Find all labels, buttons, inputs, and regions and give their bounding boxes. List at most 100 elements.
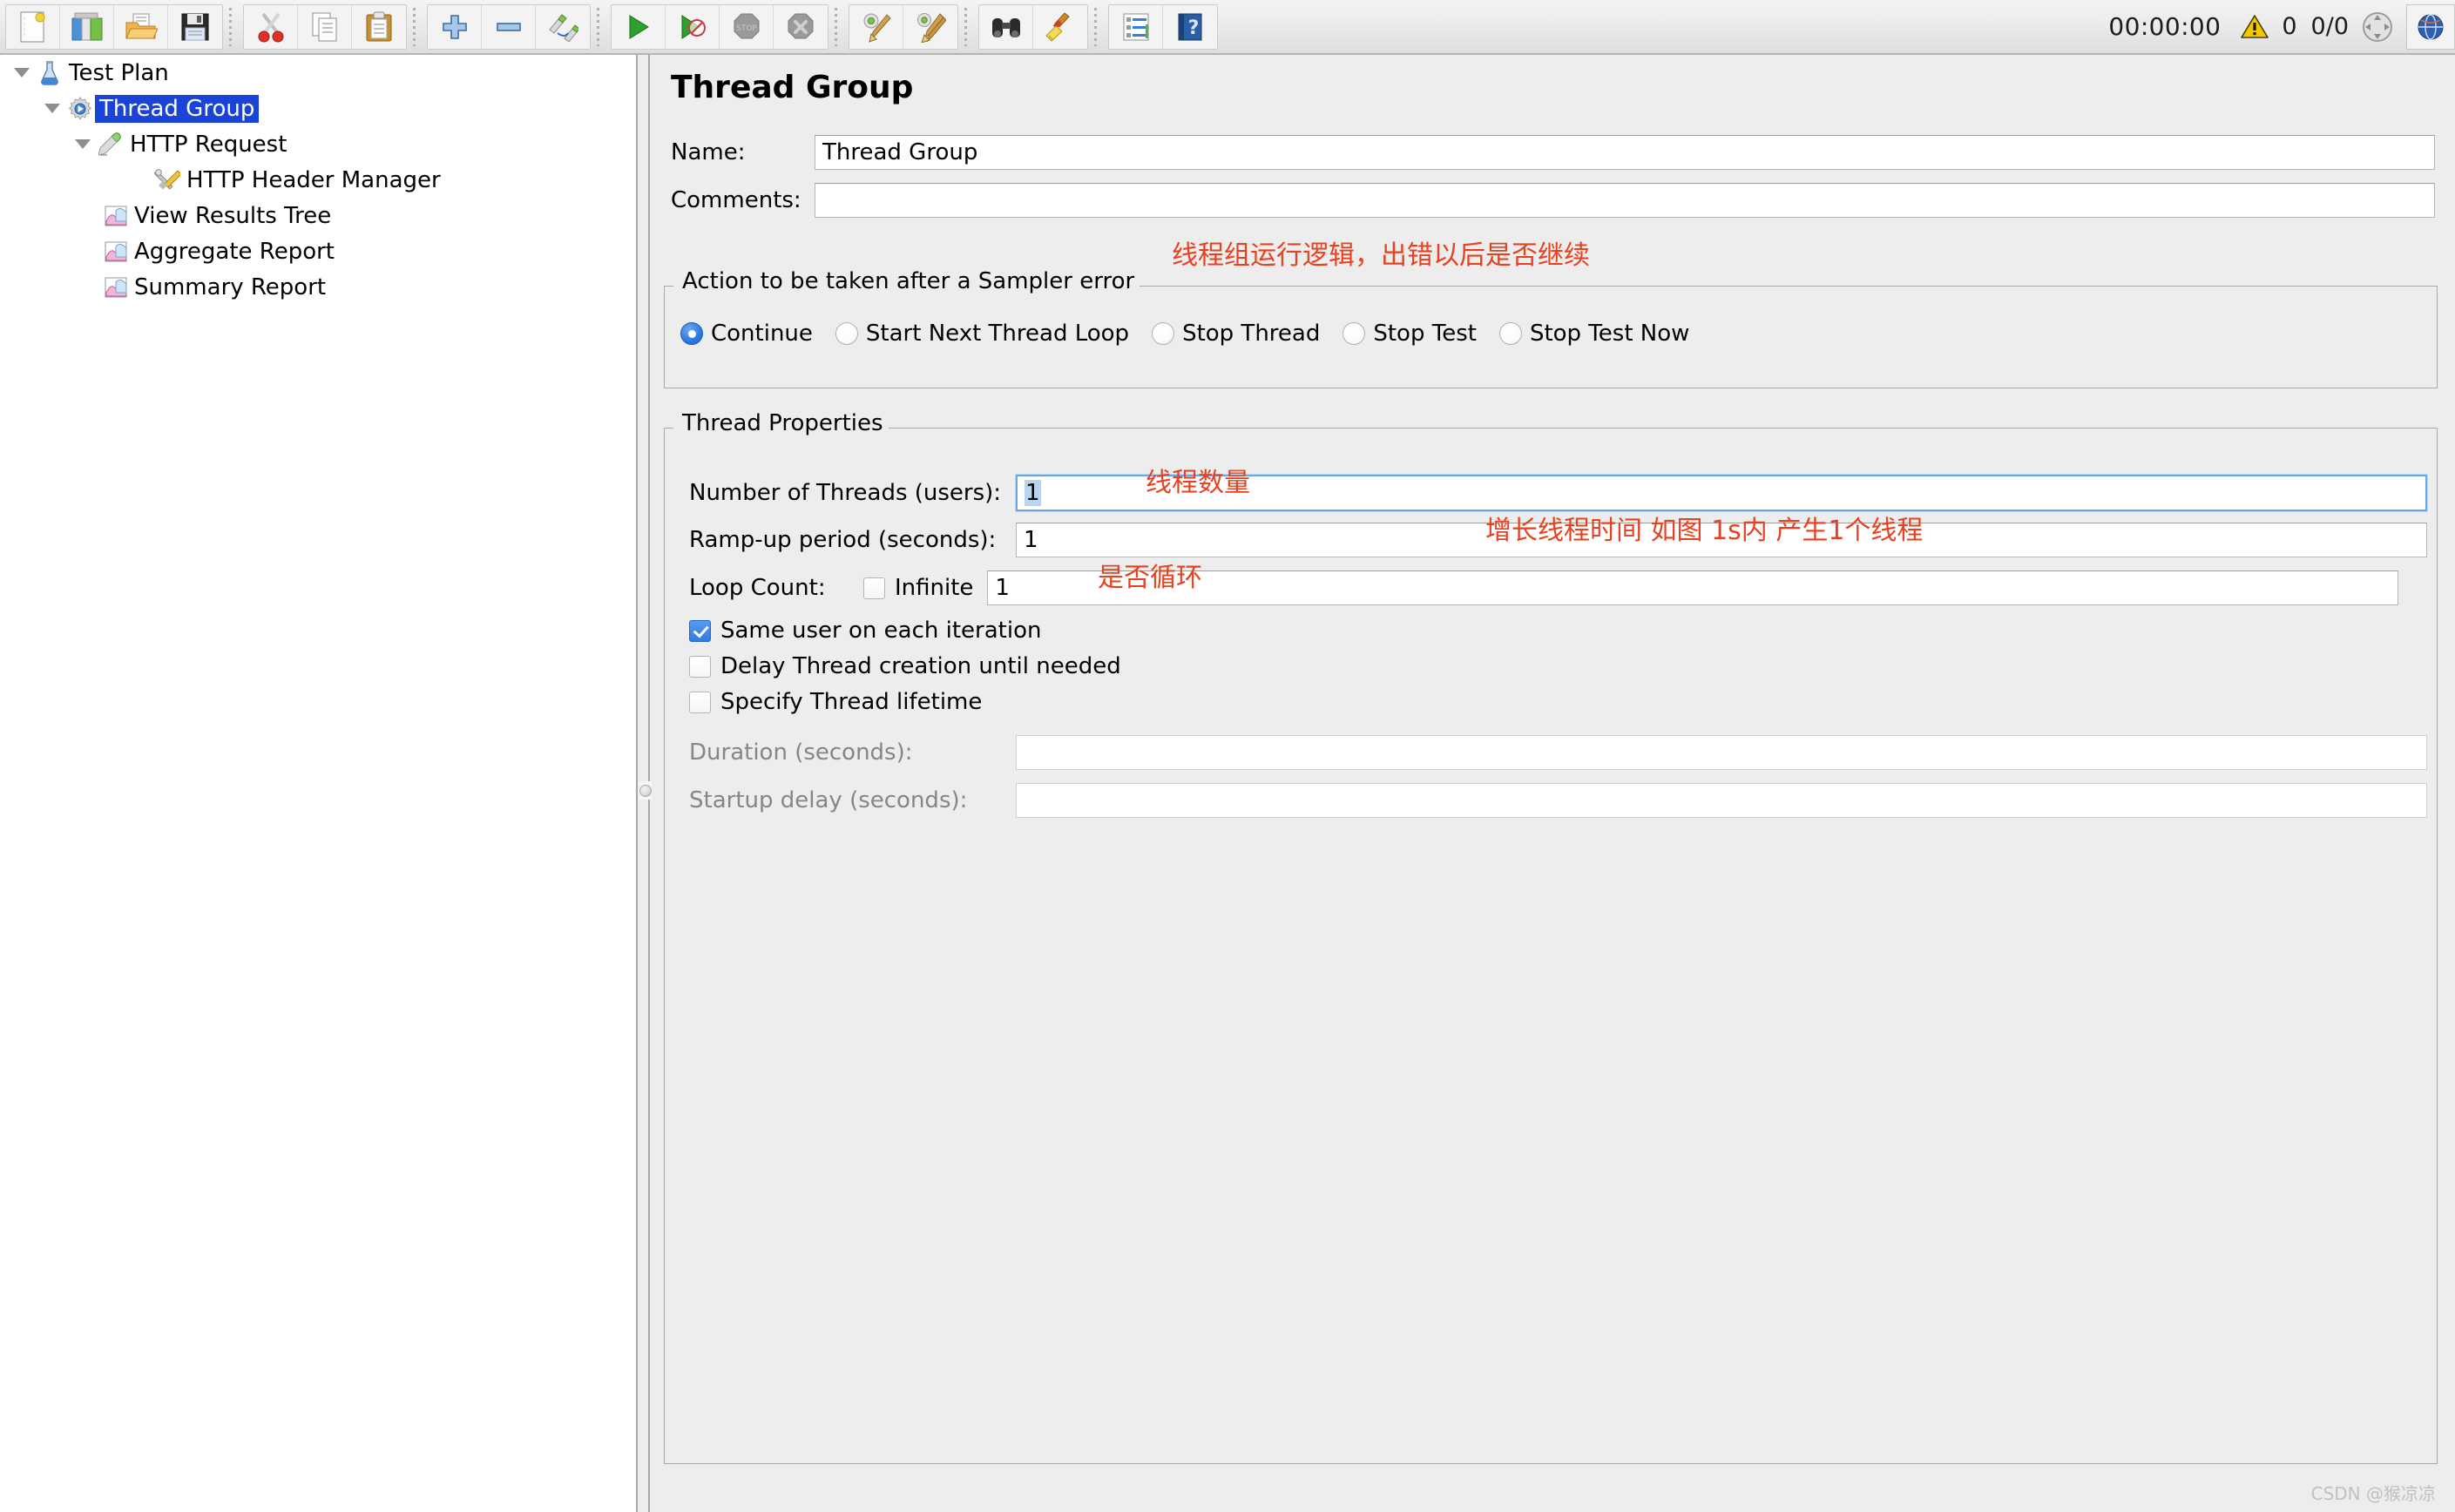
stop-button[interactable]: STOP <box>720 4 774 49</box>
clear-button[interactable] <box>849 4 903 49</box>
startup-delay-input[interactable] <box>1016 783 2427 818</box>
floppy-save-icon <box>181 13 209 40</box>
toolbar-status-area: 00:00:00 0 0/0 <box>2108 3 2455 50</box>
binoculars-icon <box>991 17 1020 37</box>
toolbar-separator <box>964 7 967 46</box>
duration-label: Duration (seconds): <box>689 739 913 766</box>
start-button[interactable] <box>612 4 666 49</box>
name-row: Name: Thread Group <box>671 135 2439 170</box>
tree-item-test-plan[interactable]: Test Plan <box>0 55 635 91</box>
four-arrows-icon[interactable] <box>2361 10 2394 44</box>
tree-item-label: HTTP Header Manager <box>186 166 441 193</box>
tree-item-label: View Results Tree <box>134 202 332 229</box>
copy-pages-icon <box>312 12 336 41</box>
zoom-out-button[interactable] <box>482 4 536 49</box>
annotation-rampup: 增长线程时间 如图 1s内 产生1个线程 <box>1485 516 1924 546</box>
splitter-collapse-handle[interactable] <box>639 781 652 800</box>
yellow-broom-icon <box>1045 11 1070 42</box>
globe-icon <box>2418 13 2444 40</box>
duration-row: Duration (seconds): <box>689 735 2431 770</box>
gear-broom-all-icon <box>917 12 946 43</box>
checkbox-same-user-on-each-iteration[interactable] <box>689 619 711 642</box>
results-chart-icon <box>100 240 130 264</box>
toolbar-separator <box>597 7 599 46</box>
checkbox-same-user-row[interactable]: Same user on each iteration <box>689 618 1041 644</box>
annotation-sampler-error: 线程组运行逻辑，出错以后是否继续 <box>1172 240 1590 271</box>
open-button[interactable] <box>114 4 168 49</box>
tree-item-label: Thread Group <box>95 94 260 123</box>
paste-button[interactable] <box>352 4 406 49</box>
new-document-icon <box>20 11 44 42</box>
radio-continue[interactable] <box>680 322 703 345</box>
watermark: CSDN @猴凉凉 <box>2310 1483 2436 1504</box>
radio-stop-test-now[interactable] <box>1498 322 1522 345</box>
comments-row: Comments: <box>671 183 2439 218</box>
zoom-in-button[interactable] <box>428 4 482 49</box>
expand-toggle-icon[interactable] <box>70 139 96 149</box>
checkbox-specify-lifetime-label: Specify Thread lifetime <box>720 689 983 715</box>
checkbox-delay-thread-row[interactable]: Delay Thread creation until needed <box>689 653 1121 679</box>
tree-item-summary-report[interactable]: Summary Report <box>0 269 635 305</box>
tree-item-label: HTTP Request <box>130 131 287 158</box>
splitter-dot-icon <box>639 784 652 797</box>
reset-search-button[interactable] <box>1033 4 1087 49</box>
new-button[interactable] <box>6 4 60 49</box>
header-manager-tools-icon <box>152 168 182 192</box>
shutdown-x-icon <box>788 13 814 38</box>
test-plan-tree[interactable]: Test Plan Thread Group HTTP Request HTTP… <box>0 55 636 1512</box>
workspace: Test Plan Thread Group HTTP Request HTTP… <box>0 55 2455 1512</box>
name-input[interactable]: Thread Group <box>815 135 2435 170</box>
save-button[interactable] <box>168 4 222 49</box>
tree-item-label: Summary Report <box>134 273 327 300</box>
templates-button[interactable] <box>60 4 114 49</box>
shutdown-button[interactable] <box>774 4 828 49</box>
radio-stop-test-now-label: Stop Test Now <box>1529 321 1690 347</box>
warning-triangle-icon[interactable] <box>2240 14 2269 40</box>
tree-item-aggregate-report[interactable]: Aggregate Report <box>0 233 635 269</box>
language-selector-button[interactable] <box>2406 3 2455 50</box>
sampler-error-groupbox: Action to be taken after a Sampler error… <box>664 268 2438 388</box>
checkbox-specify-lifetime-row[interactable]: Specify Thread lifetime <box>689 689 982 715</box>
toggle-button[interactable] <box>536 4 590 49</box>
checkbox-infinite[interactable] <box>863 577 885 599</box>
checkbox-specify-thread-lifetime[interactable] <box>689 691 711 713</box>
pencil-toggle-icon <box>549 13 578 42</box>
plus-icon <box>442 14 467 39</box>
clear-all-button[interactable] <box>903 4 957 49</box>
duration-input[interactable] <box>1016 735 2427 770</box>
comments-input[interactable] <box>815 183 2435 218</box>
templates-icon <box>71 12 102 40</box>
panel-splitter[interactable] <box>636 55 652 1512</box>
tree-item-thread-group[interactable]: Thread Group <box>0 91 635 126</box>
checkbox-delay-thread-creation[interactable] <box>689 655 711 678</box>
help-button[interactable]: ? <box>1163 4 1217 49</box>
list-lines-icon <box>1123 13 1148 40</box>
sampler-error-legend: Action to be taken after a Sampler error <box>677 268 1140 294</box>
expand-toggle-icon[interactable] <box>9 68 35 78</box>
toolbar-group-edit <box>243 3 407 50</box>
search-button[interactable] <box>979 4 1033 49</box>
clipboard-icon <box>366 11 392 41</box>
radio-start-next-thread-loop[interactable] <box>835 322 858 345</box>
page-title: Thread Group <box>671 70 914 105</box>
gear-broom-icon <box>863 13 891 43</box>
radio-start-next-thread-loop-label: Start Next Thread Loop <box>865 321 1130 347</box>
toolbar-separator <box>835 7 837 46</box>
toolbar-group-clear <box>849 3 958 50</box>
tree-item-http-header-manager[interactable]: HTTP Header Manager <box>0 162 635 198</box>
start-no-pauses-button[interactable] <box>666 4 720 49</box>
tree-item-http-request[interactable]: HTTP Request <box>0 126 635 162</box>
thread-group-editor: Thread Group Name: Thread Group Comments… <box>653 55 2455 1512</box>
green-play-nopause-icon <box>681 14 706 39</box>
function-helper-button[interactable] <box>1109 4 1163 49</box>
http-request-pipette-icon <box>96 132 125 157</box>
copy-button[interactable] <box>298 4 352 49</box>
tree-item-view-results-tree[interactable]: View Results Tree <box>0 198 635 233</box>
toolbar-group-file <box>5 3 223 50</box>
radio-stop-test[interactable] <box>1342 322 1366 345</box>
loop-count-row: Loop Count: Infinite 1 <box>689 570 2431 605</box>
radio-stop-thread[interactable] <box>1152 322 1175 345</box>
cut-button[interactable] <box>244 4 298 49</box>
open-folder-icon <box>125 13 158 38</box>
expand-toggle-icon[interactable] <box>39 104 65 113</box>
